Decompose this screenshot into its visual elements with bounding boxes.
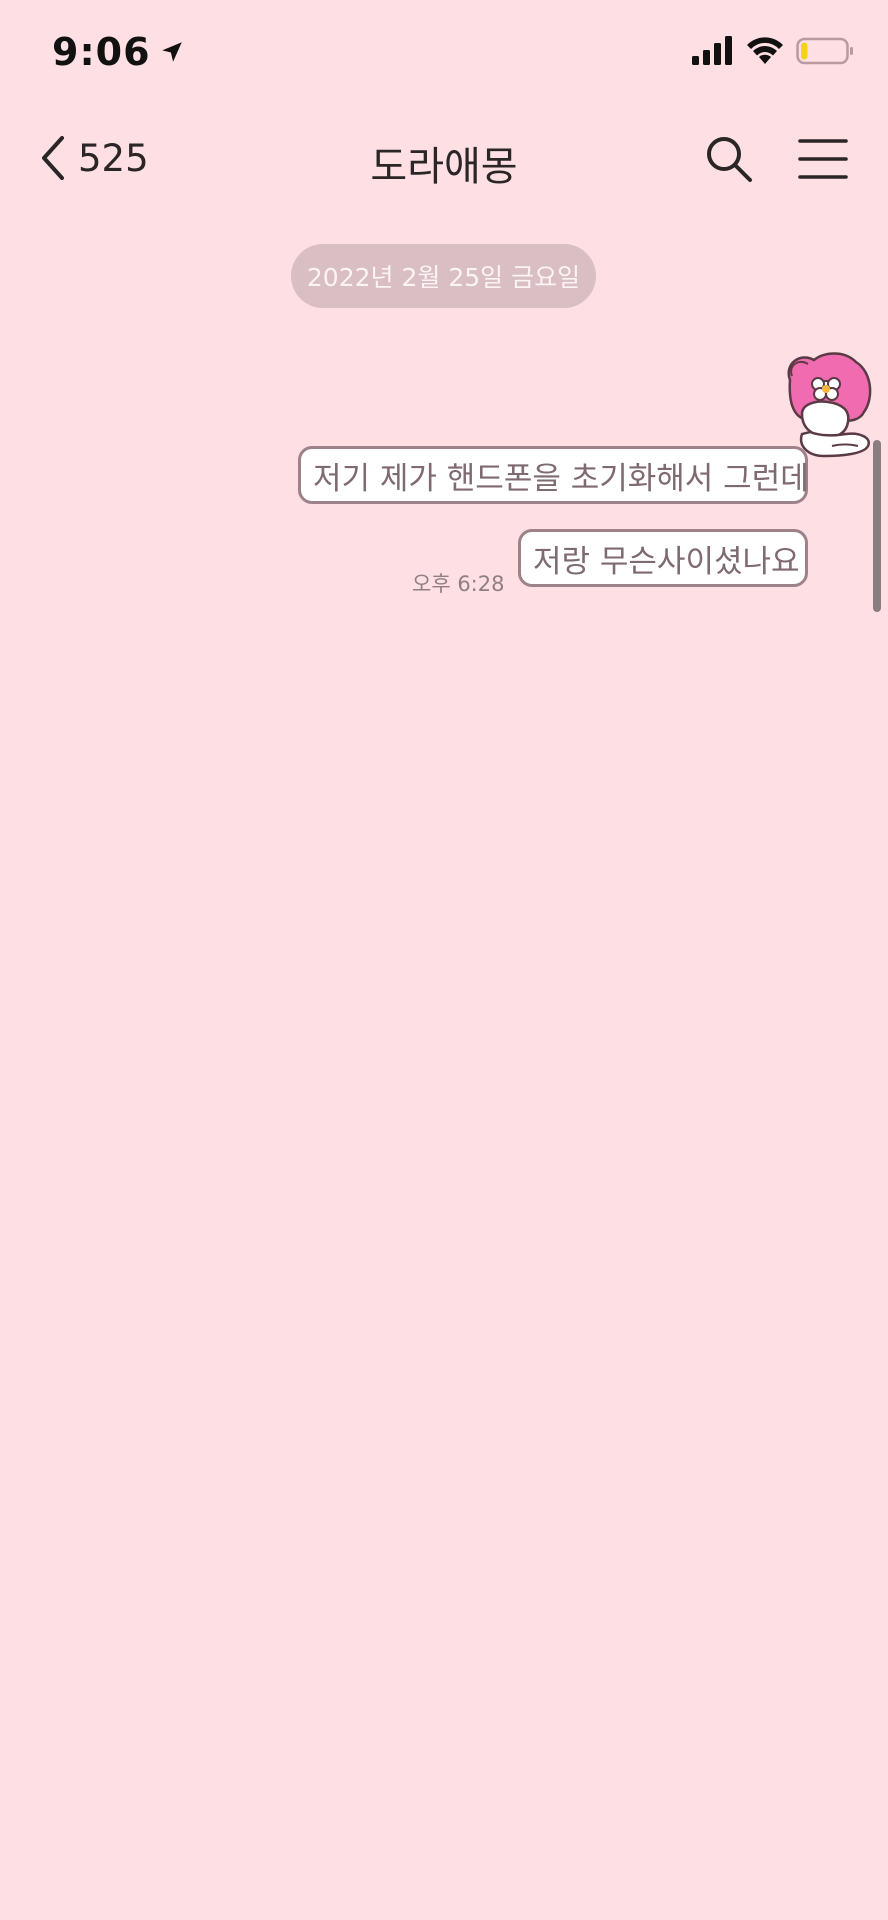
- hamburger-menu-icon[interactable]: [798, 136, 848, 182]
- status-icons: [692, 36, 854, 66]
- status-bar: 9:06: [0, 0, 888, 110]
- message-timestamp: 오후 6:28: [412, 572, 505, 596]
- status-time: 9:06: [52, 30, 151, 74]
- scroll-indicator[interactable]: [873, 440, 881, 612]
- chat-title: 도라애몽: [370, 144, 518, 190]
- battery-icon: [796, 37, 853, 65]
- message-text: 저랑 무슨사이셨나요: [533, 543, 800, 580]
- search-icon[interactable]: [704, 134, 754, 184]
- location-arrow-icon: [161, 42, 182, 62]
- wifi-icon: [747, 37, 783, 64]
- status-time-group: 9:06: [52, 30, 185, 74]
- cellular-signal-icon: [692, 36, 732, 65]
- message-bubble[interactable]: 저기 제가 핸드폰을 초기화해서 그런데: [298, 446, 809, 504]
- chat-header: 525 도라애몽: [0, 110, 888, 210]
- date-divider: 2022년 2월 25일 금요일: [291, 244, 596, 308]
- message-text: 저기 제가 핸드폰을 초기화해서 그런데: [313, 460, 809, 497]
- message-bubble[interactable]: 저랑 무슨사이셨나요: [518, 529, 808, 587]
